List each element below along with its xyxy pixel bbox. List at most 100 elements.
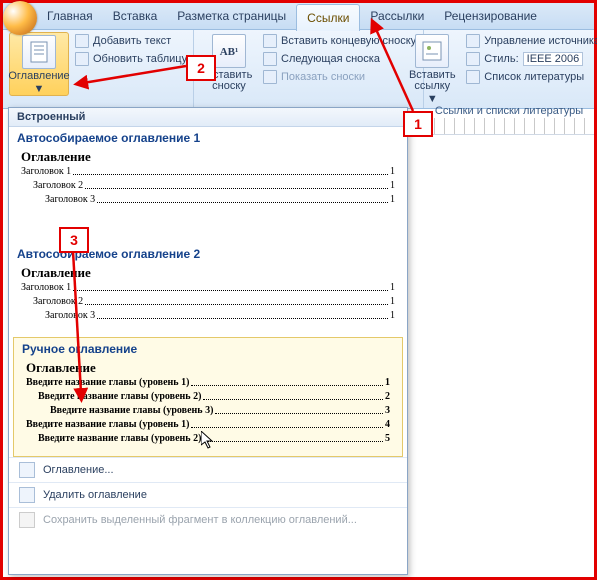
toc-head: Оглавление — [21, 265, 395, 281]
add-text-button[interactable]: Добавить текст — [75, 32, 187, 50]
show-footnotes-button[interactable]: Показать сноски — [263, 68, 416, 86]
ribbon: Оглавление ▼ Добавить текст Обновить таб… — [3, 30, 594, 109]
toc-dots — [85, 179, 388, 189]
callout-2: 2 — [186, 55, 216, 81]
toc-line-page: 1 — [390, 281, 395, 295]
callout-3: 3 — [59, 227, 89, 253]
update-toc-label: Обновить таблицу — [93, 53, 187, 65]
toc-line-page: 1 — [390, 179, 395, 193]
toc-dots — [203, 432, 383, 442]
footnote-icon: AB¹ — [212, 34, 246, 68]
ribbon-tabs: Главная Вставка Разметка страницы Ссылки… — [3, 3, 594, 30]
add-text-label: Добавить текст — [93, 35, 171, 47]
tab-references[interactable]: Ссылки — [296, 4, 360, 31]
endnote-icon — [263, 34, 277, 48]
toc-line-label: Заголовок 2 — [33, 179, 83, 193]
toc-line-label: Введите название главы (уровень 1) — [26, 376, 189, 390]
refresh-icon — [75, 52, 89, 66]
insert-endnote-button[interactable]: Вставить концевую сноску — [263, 32, 416, 50]
group-citations-label: Ссылки и списки литературы — [430, 105, 588, 117]
menu-custom-toc[interactable]: Оглавление... — [9, 457, 407, 482]
menu-remove-toc[interactable]: Удалить оглавление — [9, 482, 407, 507]
style-value: IEEE 2006 — [523, 52, 584, 66]
toc-line-label: Заголовок 1 — [21, 281, 71, 295]
manual-title: Ручное оглавление — [14, 338, 402, 358]
toc-line-label: Заголовок 3 — [45, 309, 95, 323]
citation-icon — [415, 34, 449, 68]
toc-dots — [73, 165, 388, 175]
next-footnote-button[interactable]: Следующая сноска — [263, 50, 416, 68]
insert-endnote-label: Вставить концевую сноску — [281, 35, 416, 47]
save-icon — [19, 512, 35, 528]
show-footnotes-label: Показать сноски — [281, 71, 365, 83]
style-label: Стиль: — [484, 53, 518, 65]
tab-layout[interactable]: Разметка страницы — [167, 3, 296, 29]
manage-sources-icon — [466, 34, 480, 48]
bibliography-icon — [466, 70, 480, 84]
toc-line-page: 1 — [390, 309, 395, 323]
group-footnotes-label — [200, 94, 417, 108]
next-footnote-icon — [263, 52, 277, 66]
callout-1: 1 — [403, 111, 433, 137]
toc-line-page: 2 — [385, 390, 390, 404]
toc-dots — [85, 295, 388, 305]
toc-head: Оглавление — [21, 149, 395, 165]
toc-dots — [215, 404, 383, 414]
toc-line-label: Введите название главы (уровень 1) — [26, 418, 189, 432]
toc-button[interactable]: Оглавление ▼ — [9, 32, 69, 96]
toc-dots — [97, 193, 388, 203]
chevron-down-icon: ▼ — [34, 84, 45, 95]
gallery-item-auto1[interactable]: Автособираемое оглавление 1 — [9, 127, 407, 147]
tab-mailings[interactable]: Рассылки — [360, 3, 434, 29]
manage-sources-label: Управление источниками — [484, 35, 597, 47]
toc-dots — [191, 376, 383, 386]
menu-remove-toc-label: Удалить оглавление — [43, 489, 147, 501]
toc-dots — [97, 309, 388, 319]
bibliography-label: Список литературы — [484, 71, 584, 83]
toc-line-label: Введите название главы (уровень 2) — [38, 432, 201, 446]
cursor-icon — [201, 431, 215, 451]
menu-custom-toc-label: Оглавление... — [43, 464, 114, 476]
toc-dots — [191, 418, 383, 428]
menu-save-selection: Сохранить выделенный фрагмент в коллекци… — [9, 507, 407, 532]
citation-style-select[interactable]: Стиль: IEEE 2006 — [466, 50, 597, 68]
toc-line-page: 1 — [390, 193, 395, 207]
show-footnotes-icon — [263, 70, 277, 84]
office-button[interactable] — [3, 1, 37, 35]
add-text-icon — [75, 34, 89, 48]
toc-dots — [73, 281, 388, 291]
toc-preview-1[interactable]: Оглавление Заголовок 1 1 Заголовок 2 1 Заг… — [9, 147, 407, 213]
toc-gallery: Встроенный Автособираемое оглавление 1 О… — [8, 107, 408, 575]
group-toc: Оглавление ▼ Добавить текст Обновить таб… — [3, 30, 194, 108]
ruler — [415, 118, 594, 135]
menu-save-selection-label: Сохранить выделенный фрагмент в коллекци… — [43, 514, 357, 526]
remove-toc-icon — [19, 487, 35, 503]
tab-review[interactable]: Рецензирование — [434, 3, 547, 29]
toc-line-page: 1 — [390, 295, 395, 309]
toc-dots — [203, 390, 383, 400]
toc-line-page: 4 — [385, 418, 390, 432]
insert-citation-label: Вставить ссылку — [409, 70, 456, 92]
footnote-icon-text: AB¹ — [220, 47, 239, 58]
toc-line-label: Заголовок 1 — [21, 165, 71, 179]
manage-sources-button[interactable]: Управление источниками — [466, 32, 597, 50]
tab-home[interactable]: Главная — [37, 3, 103, 29]
toc-icon — [19, 462, 35, 478]
insert-citation-button[interactable]: Вставить ссылку ▼ — [404, 32, 460, 105]
toc-line-label: Заголовок 3 — [45, 193, 95, 207]
toc-line-page: 1 — [385, 376, 390, 390]
update-toc-button[interactable]: Обновить таблицу — [75, 50, 187, 68]
next-footnote-label: Следующая сноска — [281, 53, 380, 65]
toc-line-page: 1 — [390, 165, 395, 179]
group-citations: Вставить ссылку ▼ Управление источниками… — [424, 30, 594, 108]
chevron-down-icon: ▼ — [427, 94, 438, 105]
bibliography-button[interactable]: Список литературы — [466, 68, 597, 86]
group-footnotes: AB¹ Вставить сноску Вставить концевую сн… — [194, 30, 424, 108]
gallery-section-header: Встроенный — [9, 108, 407, 127]
toc-line-page: 5 — [385, 432, 390, 446]
toc-preview-2[interactable]: Оглавление Заголовок 1 1 Заголовок 2 1 Заг… — [9, 263, 407, 329]
tab-insert[interactable]: Вставка — [103, 3, 168, 29]
toc-line-page: 3 — [385, 404, 390, 418]
toc-line-label: Введите название главы (уровень 2) — [38, 390, 201, 404]
toc-line-label: Заголовок 2 — [33, 295, 83, 309]
